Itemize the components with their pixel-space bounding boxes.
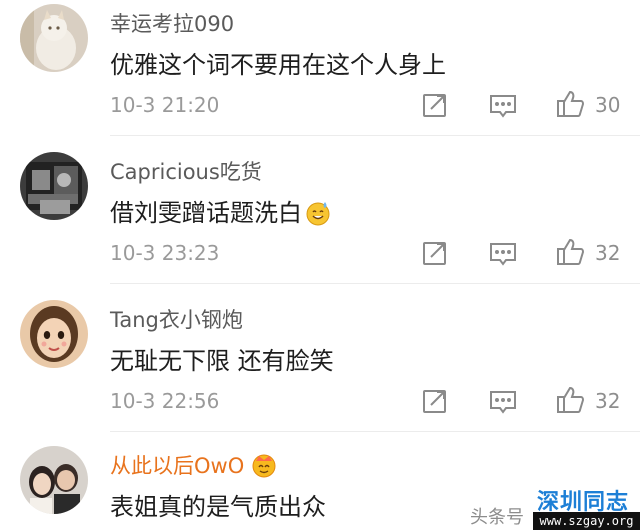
comment-icon[interactable] xyxy=(486,384,520,418)
divider xyxy=(110,431,640,432)
thumbs-up-icon[interactable] xyxy=(553,235,587,269)
username[interactable]: 幸运考拉090 xyxy=(110,8,234,38)
avatar[interactable] xyxy=(20,152,88,220)
comment-text: 表姐真的是气质出众 xyxy=(110,493,326,521)
username[interactable]: Capricious吃货 xyxy=(110,156,262,186)
avatar[interactable] xyxy=(20,446,88,514)
like-count: 30 xyxy=(595,93,621,117)
comment-text: 优雅这个词不要用在这个人身上 xyxy=(110,51,446,79)
avatar[interactable] xyxy=(20,4,88,72)
sweat-smile-emoji xyxy=(306,202,330,226)
username-text: 从此以后OwO xyxy=(110,454,245,478)
crown-badge-icon xyxy=(252,454,276,478)
source-watermark: 头条号 xyxy=(470,507,524,528)
comment-text: 无耻无下限 还有脸笑 xyxy=(110,347,334,375)
comment-text: 借刘雯蹭话题洗白 xyxy=(110,193,331,228)
username-vip[interactable]: 从此以后OwO xyxy=(110,450,278,480)
repost-icon[interactable] xyxy=(418,236,452,270)
divider xyxy=(110,135,640,136)
avatar[interactable] xyxy=(20,300,88,368)
repost-icon[interactable] xyxy=(418,384,452,418)
timestamp: 10-3 21:20 xyxy=(110,93,220,117)
comment-text-content: 借刘雯蹭话题洗白 xyxy=(110,199,302,227)
site-watermark: 深圳同志 www.szgay.org xyxy=(533,484,640,532)
site-watermark-url: www.szgay.org xyxy=(533,512,640,530)
timestamp: 10-3 23:23 xyxy=(110,241,220,265)
timestamp: 10-3 22:56 xyxy=(110,389,220,413)
comment-icon[interactable] xyxy=(486,88,520,122)
comment-icon[interactable] xyxy=(486,236,520,270)
divider xyxy=(110,283,640,284)
like-count: 32 xyxy=(595,241,621,265)
thumbs-up-icon[interactable] xyxy=(553,383,587,417)
like-count: 32 xyxy=(595,389,621,413)
username[interactable]: Tang衣小钢炮 xyxy=(110,304,243,334)
thumbs-up-icon[interactable] xyxy=(553,87,587,121)
repost-icon[interactable] xyxy=(418,88,452,122)
